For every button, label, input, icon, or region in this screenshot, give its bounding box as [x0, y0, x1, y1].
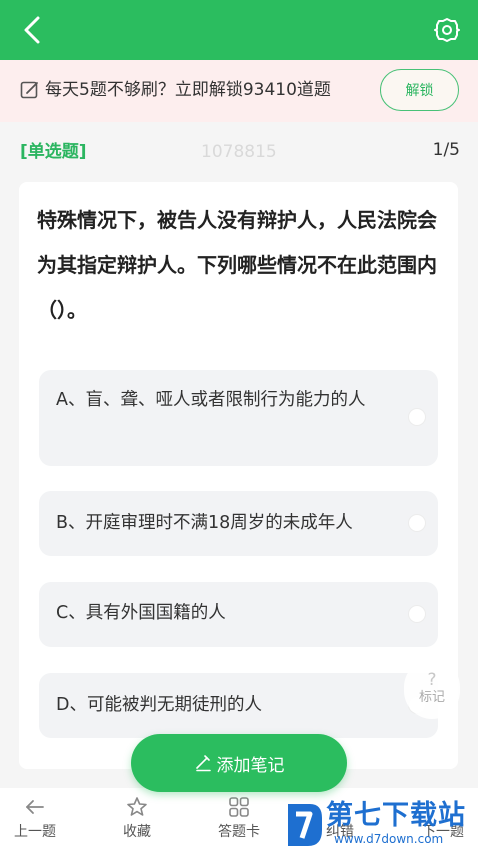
option-c-radio[interactable]	[408, 605, 426, 623]
star-icon	[127, 797, 147, 816]
watermark: 第七下载站 www.d7down.com	[284, 800, 478, 850]
add-note-label: 添加笔记	[216, 755, 285, 776]
question-stem: 特殊情况下，被告人没有辩护人，人民法院会为其指定辩护人。下列哪些情况不在此范围内…	[37, 208, 437, 322]
option-b[interactable]: B、开庭审理时不满18周岁的未成年人	[39, 491, 438, 556]
answer-card-label: 答题卡	[218, 824, 260, 840]
option-d-text: D、可能被判无期徒刑的人	[56, 695, 262, 715]
pencil-icon	[195, 755, 211, 772]
watermark-logo-icon	[288, 804, 322, 846]
unlock-button[interactable]: 解锁	[380, 69, 459, 111]
settings-button[interactable]	[434, 17, 460, 43]
option-a-radio[interactable]	[408, 408, 426, 426]
option-c[interactable]: C、具有外国国籍的人	[39, 582, 438, 647]
prev-question-tab[interactable]: 上一题	[0, 795, 75, 845]
edit-icon	[20, 80, 40, 100]
mark-button[interactable]: ? 标记	[404, 659, 460, 719]
option-c-text: C、具有外国国籍的人	[56, 603, 226, 623]
back-button[interactable]	[18, 14, 48, 46]
gear-icon	[434, 18, 460, 42]
banner-text: 每天5题不够刷？立即解锁93410道题	[45, 80, 331, 100]
favorite-tab[interactable]: 收藏	[97, 795, 177, 845]
option-d[interactable]: D、可能被判无期徒刑的人	[39, 673, 438, 738]
question-progress: 1/5	[432, 140, 460, 160]
answer-card-tab[interactable]: 答题卡	[199, 795, 279, 845]
favorite-label: 收藏	[123, 824, 151, 840]
top-bar	[0, 0, 478, 60]
option-a-text: A、盲、聋、哑人或者限制行为能力的人	[56, 390, 366, 410]
option-a[interactable]: A、盲、聋、哑人或者限制行为能力的人	[39, 370, 438, 466]
watermark-title: 第七下载站	[326, 800, 466, 831]
watermark-url: www.d7down.com	[334, 832, 444, 846]
option-b-radio[interactable]	[408, 514, 426, 532]
chevron-left-icon	[24, 16, 40, 44]
arrow-left-icon	[26, 800, 44, 814]
mark-label: 标记	[418, 690, 445, 705]
question-mark-icon: ?	[427, 670, 437, 690]
option-b-text: B、开庭审理时不满18周岁的未成年人	[56, 513, 353, 533]
question-id: 1078815	[201, 142, 277, 162]
question-type: [单选题]	[20, 142, 87, 162]
add-note-button[interactable]: 添加笔记	[131, 734, 347, 792]
prev-question-label: 上一题	[14, 824, 56, 840]
grid-icon	[229, 797, 249, 817]
